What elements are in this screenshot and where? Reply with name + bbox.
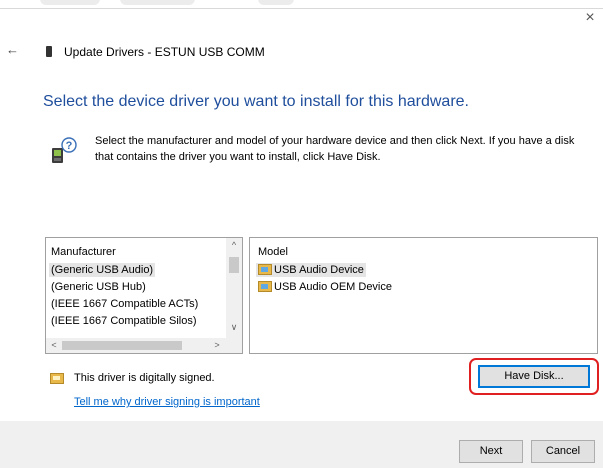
back-arrow-icon[interactable]: ← — [6, 42, 19, 57]
window-title: Update Drivers - ESTUN USB COMM — [64, 45, 265, 59]
scroll-up-icon[interactable]: ^ — [226, 240, 242, 250]
driver-package-icon — [258, 281, 272, 292]
horizontal-scrollbar[interactable]: < > — [46, 338, 226, 353]
instruction-text: Select the manufacturer and model of you… — [95, 135, 575, 163]
manufacturer-item[interactable]: (IEEE 1667 Compatible Silos) — [49, 314, 199, 328]
page-heading: Select the device driver you want to ins… — [43, 93, 469, 110]
close-button[interactable]: × — [583, 10, 597, 26]
manufacturer-header: Manufacturer — [51, 246, 116, 258]
model-item-label: USB Audio Device — [274, 264, 364, 276]
have-disk-button[interactable]: Have Disk... — [478, 365, 590, 388]
manufacturer-list[interactable]: Manufacturer (Generic USB Audio) (Generi… — [45, 237, 243, 354]
background-tab — [120, 0, 195, 5]
manufacturer-item[interactable]: (Generic USB Audio) — [49, 263, 156, 277]
vertical-scrollbar[interactable]: ^ ∨ — [226, 238, 242, 338]
next-button[interactable]: Next — [459, 440, 523, 463]
driver-signing-link[interactable]: Tell me why driver signing is important — [74, 396, 260, 408]
hardware-help-icon: ? — [52, 137, 77, 163]
certificate-icon — [50, 373, 64, 384]
model-item[interactable]: USB Audio OEM Device — [256, 280, 394, 294]
scroll-thumb[interactable] — [62, 341, 182, 350]
scroll-down-icon[interactable]: ∨ — [226, 322, 242, 333]
background-tab — [258, 0, 294, 5]
driver-package-icon — [258, 264, 272, 275]
cancel-button[interactable]: Cancel — [531, 440, 595, 463]
manufacturer-item[interactable]: (IEEE 1667 Compatible ACTs) — [49, 297, 200, 311]
scroll-right-icon[interactable]: > — [210, 338, 224, 353]
scroll-thumb[interactable] — [229, 257, 239, 273]
model-item[interactable]: USB Audio Device — [256, 263, 366, 277]
background-tab — [40, 0, 100, 5]
signing-status: This driver is digitally signed. — [74, 372, 215, 384]
model-header: Model — [258, 246, 288, 258]
model-list[interactable]: Model USB Audio Device USB Audio OEM Dev… — [249, 237, 598, 354]
manufacturer-item[interactable]: (Generic USB Hub) — [49, 280, 148, 294]
scroll-left-icon[interactable]: < — [47, 338, 61, 353]
svg-text:?: ? — [66, 140, 73, 152]
scroll-corner — [226, 338, 242, 353]
usb-device-icon — [46, 46, 52, 57]
model-item-label: USB Audio OEM Device — [274, 281, 392, 293]
